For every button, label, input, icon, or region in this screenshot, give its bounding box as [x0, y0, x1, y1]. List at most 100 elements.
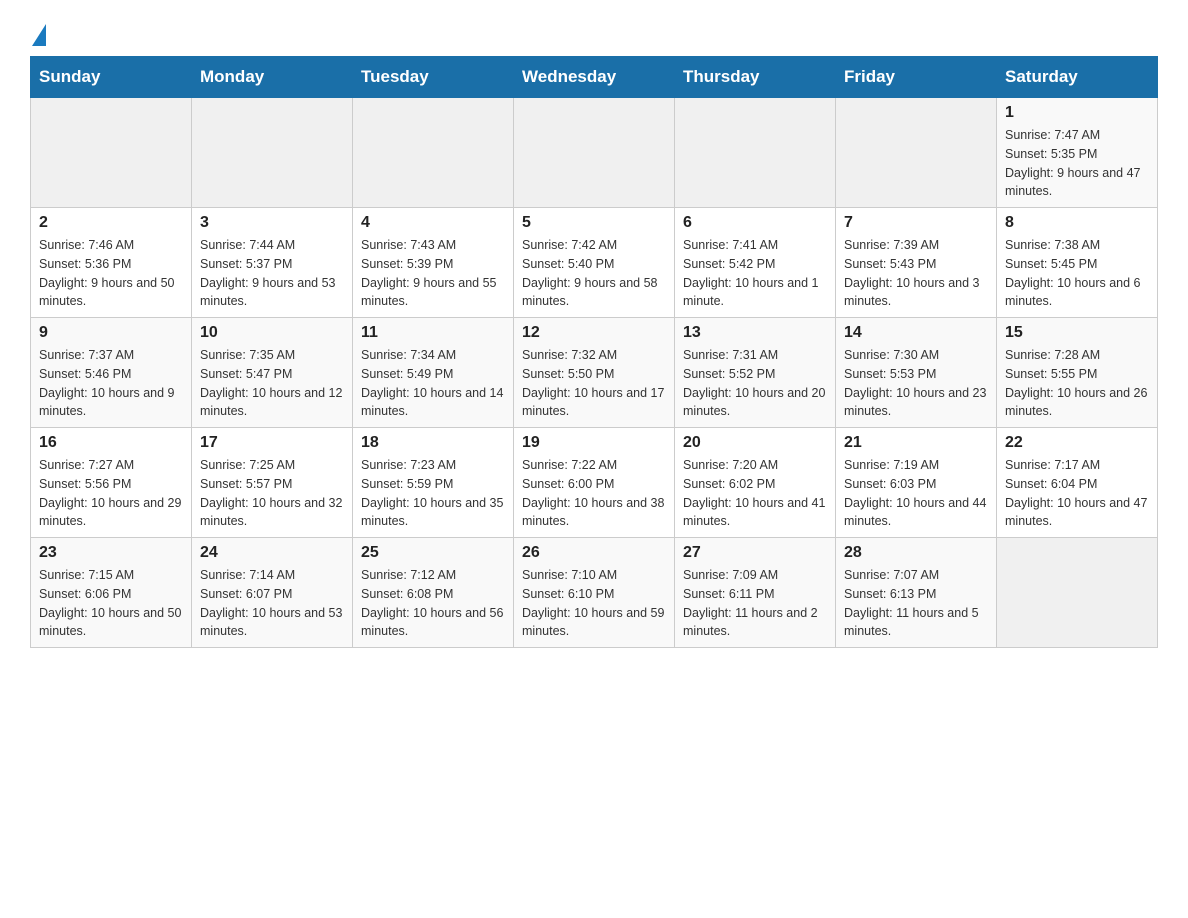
calendar-cell	[192, 98, 353, 208]
day-info: Sunrise: 7:43 AMSunset: 5:39 PMDaylight:…	[361, 236, 505, 311]
day-info: Sunrise: 7:37 AMSunset: 5:46 PMDaylight:…	[39, 346, 183, 421]
logo	[30, 20, 46, 46]
calendar-cell: 7 Sunrise: 7:39 AMSunset: 5:43 PMDaylight…	[836, 208, 997, 318]
day-number: 10	[200, 324, 344, 342]
day-info: Sunrise: 7:12 AMSunset: 6:08 PMDaylight:…	[361, 566, 505, 641]
day-number: 8	[1005, 214, 1149, 232]
day-info: Sunrise: 7:32 AMSunset: 5:50 PMDaylight:…	[522, 346, 666, 421]
day-number: 16	[39, 434, 183, 452]
day-info: Sunrise: 7:20 AMSunset: 6:02 PMDaylight:…	[683, 456, 827, 531]
day-number: 14	[844, 324, 988, 342]
logo-triangle-icon	[32, 24, 46, 46]
day-of-week-header: Friday	[836, 57, 997, 98]
day-info: Sunrise: 7:10 AMSunset: 6:10 PMDaylight:…	[522, 566, 666, 641]
day-info: Sunrise: 7:19 AMSunset: 6:03 PMDaylight:…	[844, 456, 988, 531]
calendar-cell: 11 Sunrise: 7:34 AMSunset: 5:49 PMDayligh…	[353, 318, 514, 428]
day-of-week-header: Sunday	[31, 57, 192, 98]
calendar-week-row: 16 Sunrise: 7:27 AMSunset: 5:56 PMDayligh…	[31, 428, 1158, 538]
page-header	[30, 20, 1158, 46]
calendar-cell	[997, 538, 1158, 648]
day-number: 12	[522, 324, 666, 342]
day-number: 24	[200, 544, 344, 562]
day-number: 20	[683, 434, 827, 452]
day-info: Sunrise: 7:09 AMSunset: 6:11 PMDaylight:…	[683, 566, 827, 641]
day-info: Sunrise: 7:23 AMSunset: 5:59 PMDaylight:…	[361, 456, 505, 531]
calendar-cell: 13Sunrise: 7:31 AMSunset: 5:52 PMDayligh…	[675, 318, 836, 428]
calendar-cell	[514, 98, 675, 208]
calendar-cell: 27 Sunrise: 7:09 AMSunset: 6:11 PMDayligh…	[675, 538, 836, 648]
calendar-cell: 4 Sunrise: 7:43 AMSunset: 5:39 PMDaylight…	[353, 208, 514, 318]
day-of-week-header: Monday	[192, 57, 353, 98]
day-number: 26	[522, 544, 666, 562]
day-info: Sunrise: 7:34 AMSunset: 5:49 PMDaylight:…	[361, 346, 505, 421]
calendar-cell: 9Sunrise: 7:37 AMSunset: 5:46 PMDaylight…	[31, 318, 192, 428]
day-info: Sunrise: 7:17 AMSunset: 6:04 PMDaylight:…	[1005, 456, 1149, 531]
day-info: Sunrise: 7:47 AMSunset: 5:35 PMDaylight:…	[1005, 126, 1149, 201]
day-of-week-header: Wednesday	[514, 57, 675, 98]
calendar-cell: 5 Sunrise: 7:42 AMSunset: 5:40 PMDaylight…	[514, 208, 675, 318]
calendar-cell: 18 Sunrise: 7:23 AMSunset: 5:59 PMDayligh…	[353, 428, 514, 538]
calendar-cell: 3Sunrise: 7:44 AMSunset: 5:37 PMDaylight…	[192, 208, 353, 318]
calendar-cell: 21 Sunrise: 7:19 AMSunset: 6:03 PMDayligh…	[836, 428, 997, 538]
day-of-week-header: Thursday	[675, 57, 836, 98]
day-number: 27	[683, 544, 827, 562]
day-info: Sunrise: 7:35 AMSunset: 5:47 PMDaylight:…	[200, 346, 344, 421]
day-number: 21	[844, 434, 988, 452]
day-number: 6	[683, 214, 827, 232]
calendar-cell: 15Sunrise: 7:28 AMSunset: 5:55 PMDayligh…	[997, 318, 1158, 428]
day-of-week-header: Tuesday	[353, 57, 514, 98]
day-number: 28	[844, 544, 988, 562]
calendar-cell: 24 Sunrise: 7:14 AMSunset: 6:07 PMDayligh…	[192, 538, 353, 648]
day-info: Sunrise: 7:41 AMSunset: 5:42 PMDaylight:…	[683, 236, 827, 311]
calendar-cell: 6 Sunrise: 7:41 AMSunset: 5:42 PMDaylight…	[675, 208, 836, 318]
calendar-cell: 28 Sunrise: 7:07 AMSunset: 6:13 PMDayligh…	[836, 538, 997, 648]
day-info: Sunrise: 7:14 AMSunset: 6:07 PMDaylight:…	[200, 566, 344, 641]
day-info: Sunrise: 7:22 AMSunset: 6:00 PMDaylight:…	[522, 456, 666, 531]
calendar-cell: 10 Sunrise: 7:35 AMSunset: 5:47 PMDayligh…	[192, 318, 353, 428]
calendar-cell	[353, 98, 514, 208]
calendar-cell: 25 Sunrise: 7:12 AMSunset: 6:08 PMDayligh…	[353, 538, 514, 648]
day-info: Sunrise: 7:27 AMSunset: 5:56 PMDaylight:…	[39, 456, 183, 531]
day-info: Sunrise: 7:07 AMSunset: 6:13 PMDaylight:…	[844, 566, 988, 641]
day-of-week-header: Saturday	[997, 57, 1158, 98]
calendar-cell: 8 Sunrise: 7:38 AMSunset: 5:45 PMDaylight…	[997, 208, 1158, 318]
calendar-cell: 20 Sunrise: 7:20 AMSunset: 6:02 PMDayligh…	[675, 428, 836, 538]
day-number: 1	[1005, 104, 1149, 122]
calendar-cell: 17 Sunrise: 7:25 AMSunset: 5:57 PMDayligh…	[192, 428, 353, 538]
day-number: 18	[361, 434, 505, 452]
calendar-week-row: 9Sunrise: 7:37 AMSunset: 5:46 PMDaylight…	[31, 318, 1158, 428]
day-number: 3	[200, 214, 344, 232]
day-number: 2	[39, 214, 183, 232]
day-number: 11	[361, 324, 505, 342]
calendar-cell: 12 Sunrise: 7:32 AMSunset: 5:50 PMDayligh…	[514, 318, 675, 428]
day-info: Sunrise: 7:42 AMSunset: 5:40 PMDaylight:…	[522, 236, 666, 311]
calendar-week-row: 23Sunrise: 7:15 AMSunset: 6:06 PMDayligh…	[31, 538, 1158, 648]
day-number: 13	[683, 324, 827, 342]
calendar-cell: 19 Sunrise: 7:22 AMSunset: 6:00 PMDayligh…	[514, 428, 675, 538]
day-number: 19	[522, 434, 666, 452]
day-info: Sunrise: 7:25 AMSunset: 5:57 PMDaylight:…	[200, 456, 344, 531]
calendar-week-row: 2 Sunrise: 7:46 AMSunset: 5:36 PMDaylight…	[31, 208, 1158, 318]
day-number: 15	[1005, 324, 1149, 342]
day-info: Sunrise: 7:38 AMSunset: 5:45 PMDaylight:…	[1005, 236, 1149, 311]
calendar-header-row: SundayMondayTuesdayWednesdayThursdayFrid…	[31, 57, 1158, 98]
calendar-cell: 2 Sunrise: 7:46 AMSunset: 5:36 PMDaylight…	[31, 208, 192, 318]
day-number: 17	[200, 434, 344, 452]
day-info: Sunrise: 7:39 AMSunset: 5:43 PMDaylight:…	[844, 236, 988, 311]
calendar-cell	[31, 98, 192, 208]
calendar-week-row: 1 Sunrise: 7:47 AMSunset: 5:35 PMDaylight…	[31, 98, 1158, 208]
day-number: 5	[522, 214, 666, 232]
day-number: 25	[361, 544, 505, 562]
day-number: 22	[1005, 434, 1149, 452]
day-info: Sunrise: 7:15 AMSunset: 6:06 PMDaylight:…	[39, 566, 183, 641]
calendar-cell: 23Sunrise: 7:15 AMSunset: 6:06 PMDayligh…	[31, 538, 192, 648]
calendar-table: SundayMondayTuesdayWednesdayThursdayFrid…	[30, 56, 1158, 648]
calendar-cell	[675, 98, 836, 208]
day-info: Sunrise: 7:46 AMSunset: 5:36 PMDaylight:…	[39, 236, 183, 311]
calendar-cell: 14 Sunrise: 7:30 AMSunset: 5:53 PMDayligh…	[836, 318, 997, 428]
calendar-cell: 16 Sunrise: 7:27 AMSunset: 5:56 PMDayligh…	[31, 428, 192, 538]
day-info: Sunrise: 7:30 AMSunset: 5:53 PMDaylight:…	[844, 346, 988, 421]
day-number: 7	[844, 214, 988, 232]
day-number: 4	[361, 214, 505, 232]
calendar-cell: 22 Sunrise: 7:17 AMSunset: 6:04 PMDayligh…	[997, 428, 1158, 538]
